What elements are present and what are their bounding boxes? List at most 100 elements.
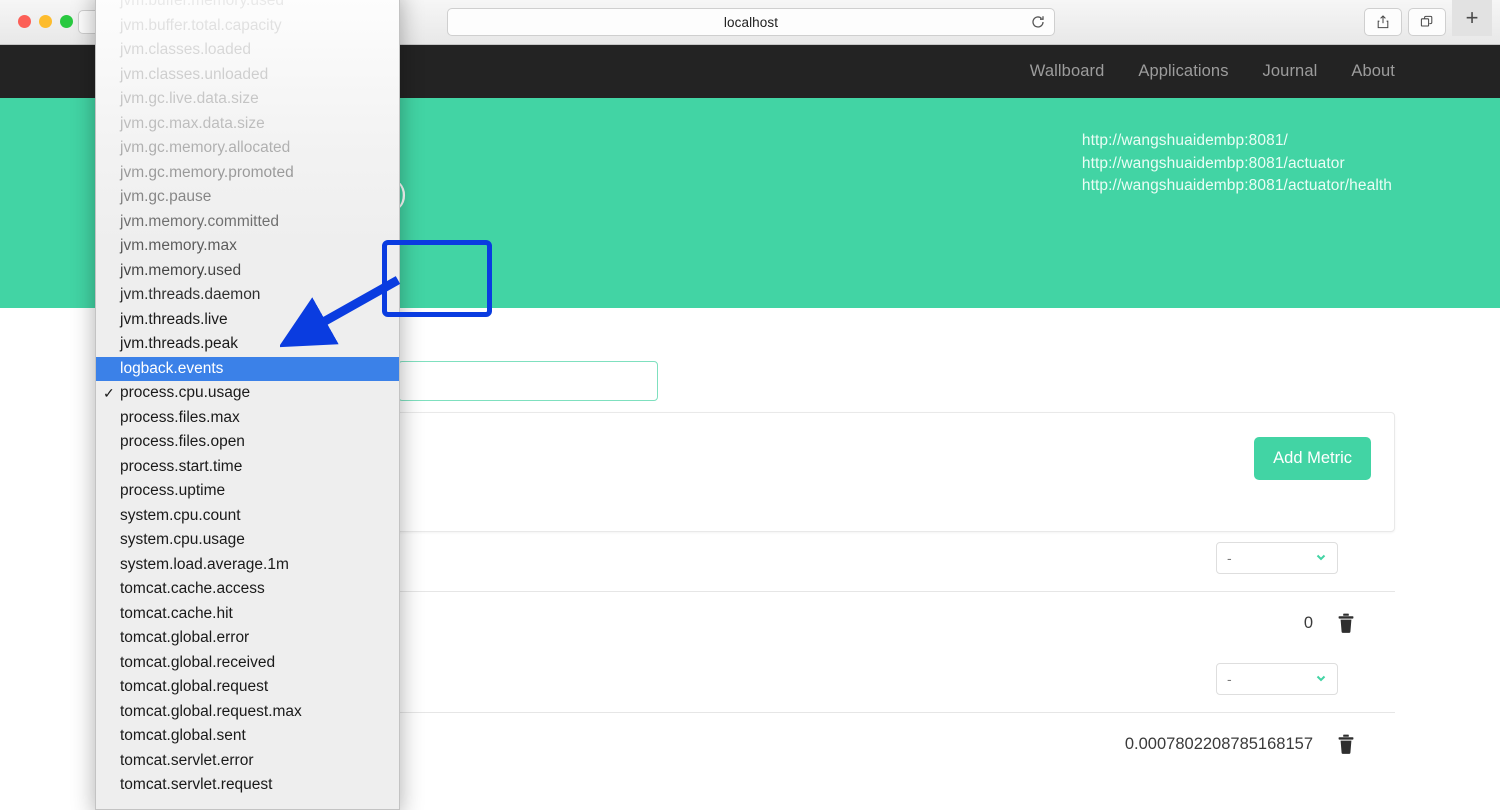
dropdown-option-label: system.load.average.1m <box>120 555 289 573</box>
instance-url-health[interactable]: http://wangshuaidembp:8081/actuator/heal… <box>1082 175 1392 198</box>
dropdown-option-label: jvm.classes.loaded <box>120 41 251 58</box>
instance-url-list: http://wangshuaidembp:8081/ http://wangs… <box>1082 130 1392 198</box>
nav-item-about[interactable]: About <box>1351 62 1395 81</box>
chevron-down-icon <box>1315 550 1327 566</box>
dropdown-option[interactable]: process.files.open <box>96 430 399 455</box>
dropdown-option[interactable]: ✓ process.cpu.usage <box>96 381 399 406</box>
nav-item-applications[interactable]: Applications <box>1138 62 1228 81</box>
dropdown-option[interactable]: tomcat.global.received <box>96 651 399 676</box>
dropdown-option-label: jvm.buffer.total.capacity <box>120 16 282 34</box>
dropdown-option-label: jvm.classes.unloaded <box>120 65 269 83</box>
dropdown-option[interactable]: process.uptime <box>96 479 399 504</box>
nav-item-journal[interactable]: Journal <box>1263 62 1318 81</box>
dropdown-option[interactable]: jvm.classes.loaded <box>96 38 399 63</box>
metric-tag-select-value[interactable]: - <box>1216 663 1338 695</box>
delete-icon[interactable] <box>1337 613 1355 633</box>
metric-picker-select[interactable] <box>398 361 658 401</box>
dropdown-option-label: tomcat.cache.hit <box>120 604 233 622</box>
dropdown-option-label: jvm.buffer.memory.used <box>120 0 284 9</box>
dropdown-option[interactable]: process.files.max <box>96 406 399 431</box>
dropdown-option-label: jvm.gc.memory.allocated <box>120 139 291 156</box>
delete-icon[interactable] <box>1337 734 1355 754</box>
dropdown-option-label: logback.events <box>120 359 224 377</box>
dropdown-option-label: jvm.gc.memory.promoted <box>120 163 294 181</box>
dropdown-option-label: tomcat.global.error <box>120 629 250 646</box>
dropdown-option[interactable]: tomcat.cache.hit <box>96 602 399 627</box>
reload-icon[interactable] <box>1030 14 1046 30</box>
dropdown-option[interactable]: jvm.gc.live.data.size <box>96 87 399 112</box>
dropdown-option[interactable]: logback.events <box>96 356 399 381</box>
dropdown-option[interactable]: jvm.memory.committed <box>96 210 399 235</box>
dropdown-option-label: tomcat.global.request.max <box>120 702 302 720</box>
dropdown-option[interactable]: tomcat.global.sent <box>96 724 399 749</box>
dropdown-option-label: process.start.time <box>120 457 243 475</box>
dropdown-option[interactable]: tomcat.global.request.max <box>96 700 399 725</box>
dropdown-option[interactable]: jvm.gc.memory.promoted <box>96 161 399 186</box>
dropdown-option[interactable]: tomcat.cache.access <box>96 577 399 602</box>
tabs-overview-icon[interactable] <box>1408 8 1446 36</box>
dropdown-option[interactable]: system.cpu.count <box>96 504 399 529</box>
dropdown-option[interactable]: system.cpu.usage <box>96 528 399 553</box>
dropdown-option-label: jvm.gc.max.data.size <box>120 114 265 132</box>
dropdown-option[interactable]: tomcat.global.request <box>96 675 399 700</box>
dropdown-option[interactable]: jvm.classes.unloaded <box>96 63 399 88</box>
dropdown-option[interactable]: jvm.gc.pause <box>96 185 399 210</box>
dropdown-option-label: tomcat.cache.access <box>120 580 265 597</box>
dropdown-option-label: jvm.gc.pause <box>120 188 212 205</box>
dropdown-option-label: tomcat.servlet.request <box>120 776 273 793</box>
metric-tag-select-value-count: - <box>1227 550 1232 566</box>
app-nav-links: Wallboard Applications Journal About <box>1030 62 1500 81</box>
dropdown-option-label: tomcat.servlet.error <box>120 751 254 769</box>
dropdown-option[interactable]: tomcat.servlet.request <box>96 773 399 798</box>
add-metric-button[interactable]: Add Metric <box>1254 437 1371 480</box>
address-bar-text: localhost <box>723 14 779 30</box>
dropdown-option[interactable]: jvm.buffer.total.capacity <box>96 14 399 39</box>
dropdown-option[interactable]: jvm.gc.memory.allocated <box>96 136 399 161</box>
metric-tag-select-count[interactable]: - <box>1216 542 1338 574</box>
metric-name-dropdown-menu[interactable]: jvm.buffer.memory.used jvm.buffer.total.c… <box>95 0 400 810</box>
metric-tag-select-value-value: - <box>1227 671 1232 687</box>
dropdown-option-label: process.uptime <box>120 482 226 499</box>
instance-url-actuator[interactable]: http://wangshuaidembp:8081/actuator <box>1082 153 1392 176</box>
dropdown-option[interactable]: jvm.memory.used <box>96 259 399 284</box>
dropdown-option-label: jvm.memory.max <box>120 237 237 254</box>
dropdown-option-label: jvm.threads.peak <box>120 335 239 352</box>
dropdown-option[interactable]: system.load.average.1m <box>96 553 399 578</box>
nav-item-wallboard[interactable]: Wallboard <box>1030 62 1105 81</box>
dropdown-option[interactable]: tomcat.global.error <box>96 626 399 651</box>
dropdown-option[interactable]: jvm.gc.max.data.size <box>96 112 399 137</box>
chrome-right-controls: + <box>1364 0 1492 36</box>
address-bar[interactable]: localhost <box>447 8 1055 36</box>
minimize-window-button[interactable] <box>39 15 52 28</box>
dropdown-option-label: jvm.memory.committed <box>120 212 280 230</box>
window-traffic-lights <box>18 15 73 28</box>
maximize-window-button[interactable] <box>60 15 73 28</box>
metric-value-value: 0.0007802208785168157 <box>1124 734 1313 753</box>
dropdown-option[interactable]: jvm.threads.live <box>96 308 399 333</box>
chevron-down-icon <box>1315 671 1327 687</box>
share-icon[interactable] <box>1364 8 1402 36</box>
dropdown-option-label: tomcat.global.sent <box>120 727 246 744</box>
dropdown-option-label: process.files.max <box>120 408 240 426</box>
dropdown-option[interactable]: jvm.threads.peak <box>96 332 399 357</box>
screenshot-root: localhost + Wallboard Applications Journ… <box>0 0 1500 810</box>
dropdown-option-label: process.cpu.usage <box>120 384 251 401</box>
dropdown-option-label: tomcat.global.request <box>120 678 269 695</box>
dropdown-option-label: system.cpu.usage <box>120 531 245 548</box>
new-tab-button[interactable]: + <box>1452 0 1492 36</box>
dropdown-option-label: process.files.open <box>120 433 245 450</box>
dropdown-option[interactable]: jvm.memory.max <box>96 234 399 259</box>
close-window-button[interactable] <box>18 15 31 28</box>
dropdown-option-label: jvm.memory.used <box>120 261 242 279</box>
dropdown-option-label: tomcat.global.received <box>120 653 276 671</box>
dropdown-option[interactable]: jvm.buffer.memory.used <box>96 0 399 14</box>
instance-url-base[interactable]: http://wangshuaidembp:8081/ <box>1082 130 1392 153</box>
dropdown-option[interactable]: tomcat.servlet.error <box>96 749 399 774</box>
checkmark-icon: ✓ <box>103 385 115 401</box>
dropdown-option-label: jvm.threads.live <box>120 310 228 328</box>
dropdown-option[interactable]: process.start.time <box>96 455 399 480</box>
metric-value-count: 0 <box>1303 613 1313 632</box>
dropdown-option-label: jvm.threads.daemon <box>120 286 261 303</box>
dropdown-option[interactable]: jvm.threads.daemon <box>96 283 399 308</box>
dropdown-option-label: jvm.gc.live.data.size <box>120 90 259 107</box>
